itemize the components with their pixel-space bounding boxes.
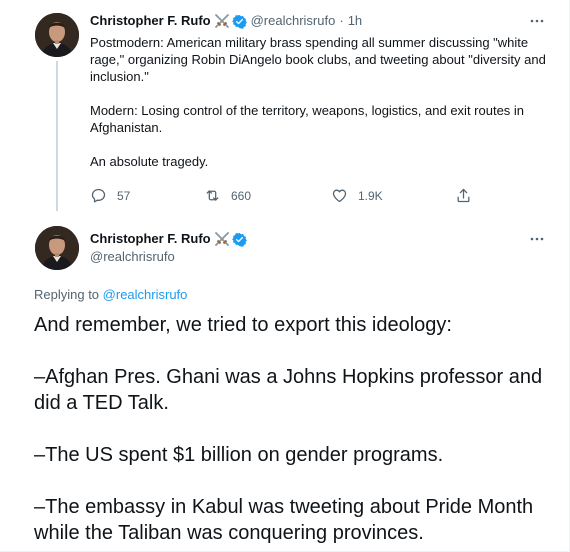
reply-count: 57 <box>117 188 131 203</box>
more-options-button[interactable] <box>527 231 547 247</box>
like-button[interactable]: 1.9K <box>331 187 383 204</box>
replying-to-link[interactable]: @realchrisrufo <box>103 287 188 302</box>
tweet1-paragraph: An absolute tragedy. <box>90 154 209 169</box>
tweet2-body: And remember, we tried to export this id… <box>34 312 554 551</box>
thread-connector-line <box>56 61 58 211</box>
more-options-button[interactable] <box>527 13 547 29</box>
crossed-swords-icon <box>214 13 230 29</box>
tweet1-paragraph: Postmodern: American military brass spen… <box>90 35 546 84</box>
retweet-icon <box>206 190 219 201</box>
tweet2-paragraph: –Afghan Pres. Ghani was a Johns Hopkins … <box>34 366 543 414</box>
tweet-thread: Christopher F. Rufo @realchrisrufo · 1h <box>0 0 570 552</box>
retweet-count: 660 <box>231 188 252 203</box>
verified-badge-icon <box>231 232 247 247</box>
author-handle[interactable]: @realchrisrufo <box>90 249 175 265</box>
avatar-portrait-icon <box>35 226 79 270</box>
header-separator: · <box>339 13 344 28</box>
tweet2-header: Christopher F. Rufo <box>90 231 247 247</box>
tweet2-paragraph: –The embassy in Kabul was tweeting about… <box>34 496 534 544</box>
tweet-timestamp[interactable]: 1h <box>348 13 362 29</box>
avatar-portrait-icon <box>35 13 79 57</box>
replying-prefix: Replying to <box>34 287 100 302</box>
author-handle[interactable]: @realchrisrufo <box>251 13 336 29</box>
author-name[interactable]: Christopher F. Rufo <box>90 13 211 29</box>
tweet2-paragraph: –The US spent $1 billion on gender progr… <box>34 444 444 466</box>
share-button[interactable] <box>455 187 482 204</box>
retweet-button[interactable]: 660 <box>204 187 251 204</box>
author-avatar[interactable] <box>35 226 79 270</box>
crossed-swords-icon <box>214 231 230 247</box>
tweet2-paragraph: And remember, we tried to export this id… <box>34 314 452 336</box>
more-options-icon <box>530 19 544 23</box>
heart-icon <box>332 189 347 203</box>
tweet1-paragraph: Modern: Losing control of the territory,… <box>90 103 525 135</box>
tweet1-body: Postmodern: American military brass spen… <box>90 34 550 187</box>
verified-badge-icon <box>231 14 247 29</box>
tweet1-action-bar: 57 660 1.9K <box>90 187 480 209</box>
share-icon <box>457 188 470 203</box>
tweet1-header: Christopher F. Rufo @realchrisrufo · 1h <box>90 13 362 29</box>
reply-icon <box>91 188 106 203</box>
author-name[interactable]: Christopher F. Rufo <box>90 231 211 247</box>
like-count: 1.9K <box>358 188 383 203</box>
author-avatar[interactable] <box>35 13 79 57</box>
reply-button[interactable]: 57 <box>90 187 130 204</box>
replying-to-line: Replying to @realchrisrufo <box>34 287 187 303</box>
more-options-icon <box>530 237 544 241</box>
